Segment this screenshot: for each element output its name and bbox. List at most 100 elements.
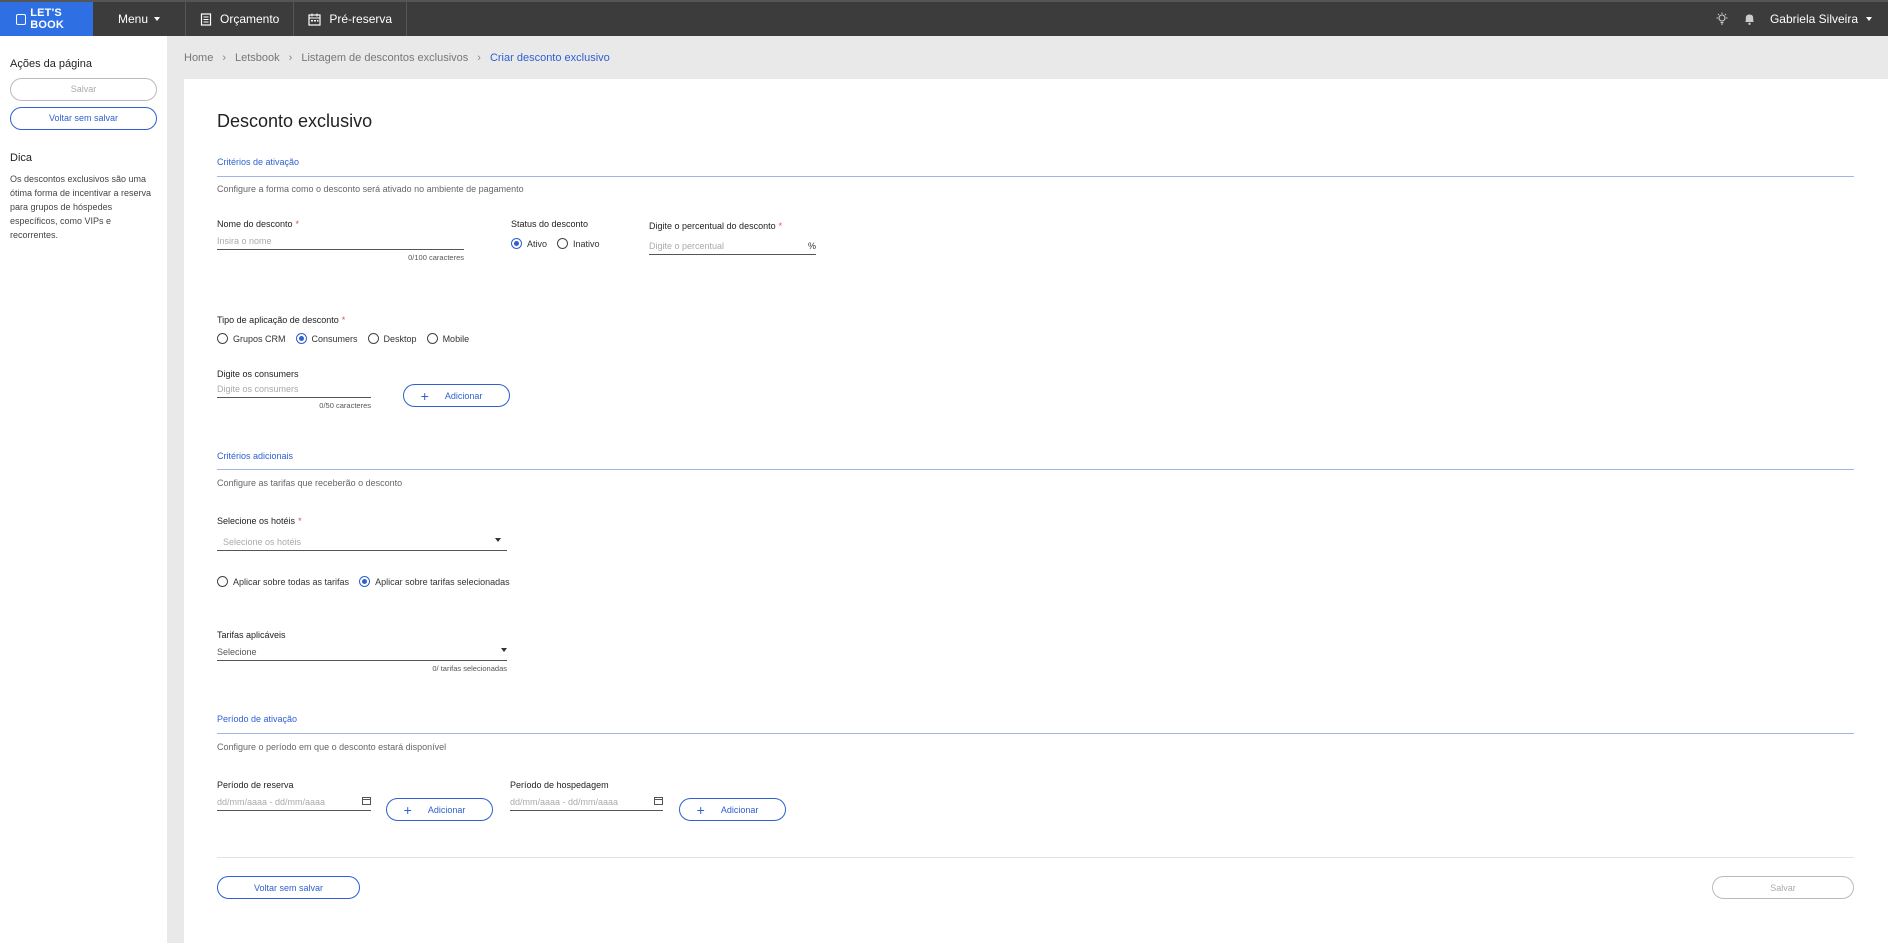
consumers-label: Digite os consumers [217,369,299,379]
rates-select[interactable]: Selecione [217,645,507,661]
stay-period-input[interactable]: dd/mm/aaaa - dd/mm/aaaa [510,795,663,811]
tip-title: Dica [10,152,33,164]
tip-text: Os descontos exclusivos são uma ótima fo… [10,174,152,240]
radio-icon [557,238,569,249]
hotels-field: Selecione os hotéis * Selecione os hotéis [217,516,507,551]
consumers-input[interactable]: Digite os consumers [217,382,371,398]
nav-pre-reserva-label: Pré-reserva [329,12,393,26]
booking-period-input[interactable]: dd/mm/aaaa - dd/mm/aaaa [217,795,371,811]
chevron-down-icon [154,17,161,21]
section-divider [217,733,1854,734]
plus-icon: + [403,801,412,818]
activation-section-description: Configure a forma como o desconto será a… [217,184,524,194]
status-option-inativo[interactable]: Inativo [557,238,600,249]
discount-name-counter: 0/100 caracteres [408,253,464,262]
booking-period-field: Período de reserva dd/mm/aaaa - dd/mm/aa… [217,780,371,811]
discount-percent-input[interactable]: Digite o percentual% [649,239,816,255]
status-option-ativo[interactable]: Ativo [511,238,547,249]
user-name[interactable]: Gabriela Silveira [1770,12,1858,26]
application-type-field: Tipo de aplicação de desconto * Grupos CR… [217,315,479,344]
back-without-saving-button[interactable]: Voltar sem salvar [217,876,360,899]
radio-icon [367,333,379,344]
main-panel: Desconto exclusivo Critérios de ativação… [184,79,1888,943]
nav-orcamento-label: Orçamento [220,12,280,26]
breadcrumb-chevron-icon: › [477,52,481,64]
discount-status-label: Status do desconto [511,219,589,229]
radio-selected-icon [295,333,307,344]
additional-section-description: Configure as tarifas que receberão o des… [217,478,403,488]
radio-selected-icon [359,576,371,587]
type-option-mobile[interactable]: Mobile [426,333,469,344]
nav-orcamento[interactable]: Orçamento [186,2,295,36]
breadcrumb-chevron-icon: › [288,52,293,64]
additional-section-title: Critérios adicionais [217,451,294,461]
radio-icon [217,576,228,587]
logo-icon [16,13,27,25]
radio-icon [217,333,228,344]
footer-divider [217,857,1854,858]
breadcrumb-listing[interactable]: Listagem de descontos exclusivos [301,52,468,64]
section-divider [217,469,1854,470]
booking-period-label: Período de reserva [217,780,294,790]
hotels-label: Selecione os hotéis * [217,516,302,526]
sidebar-save-button[interactable]: Salvar [10,78,157,101]
activation-section-title: Critérios de ativação [217,157,300,167]
period-section-description: Configure o período em que o desconto es… [217,742,447,752]
stay-period-field: Período de hospedagem dd/mm/aaaa - dd/mm… [510,780,663,811]
nav-pre-reserva[interactable]: Pré-reserva [294,2,408,36]
discount-percent-label: Digite o percentual do desconto * [649,221,783,231]
document-icon [200,12,212,26]
menu-button[interactable]: Menu [93,2,186,36]
sidebar: Ações da página Salvar Voltar sem salvar… [0,36,167,943]
dropdown-caret-icon [495,538,501,542]
top-bar: LET'S BOOK Menu Orçamento Pré-reserva Ga… [0,0,1888,36]
calendar-icon[interactable] [362,796,371,805]
brand-name: LET'S BOOK [30,7,65,31]
breadcrumb: Home › Letsbook › Listagem de descontos … [184,52,610,64]
type-option-consumers[interactable]: Consumers [295,333,358,344]
calendar-icon [308,13,321,26]
application-type-label: Tipo de aplicação de desconto * [217,315,346,325]
apply-all-rates-option[interactable]: Aplicar sobre todas as tarifas [217,576,349,587]
plus-icon: + [420,387,429,404]
add-stay-period-button[interactable]: + Adicionar [679,798,786,821]
add-consumer-button[interactable]: + Adicionar [403,384,510,407]
apply-scope-options: Aplicar sobre todas as tarifas Aplicar s… [217,576,520,587]
type-option-grupos-crm[interactable]: Grupos CRM [217,333,286,344]
brand-logo[interactable]: LET'S BOOK [0,2,93,36]
stay-period-label: Período de hospedagem [510,780,609,790]
rates-counter: 0/ tarifas selecionadas [432,664,507,673]
bell-icon[interactable] [1743,12,1756,26]
section-divider [217,176,1854,177]
sidebar-back-button[interactable]: Voltar sem salvar [10,107,157,130]
discount-status-field: Status do desconto Ativo Inativo [511,219,610,249]
hotels-select[interactable]: Selecione os hotéis [217,531,507,551]
breadcrumb-letsbook[interactable]: Letsbook [235,52,280,64]
apply-selected-rates-option[interactable]: Aplicar sobre tarifas selecionadas [359,576,510,587]
consumers-field: Digite os consumers Digite os consumers … [217,369,371,410]
rates-label: Tarifas aplicáveis [217,630,286,640]
discount-name-input[interactable]: Insira o nome [217,234,464,250]
type-option-desktop[interactable]: Desktop [367,333,417,344]
calendar-icon[interactable] [654,796,663,805]
rates-field: Tarifas aplicáveis Selecione 0/ tarifas … [217,630,507,673]
consumers-counter: 0/50 caracteres [319,401,371,410]
save-button[interactable]: Salvar [1712,876,1854,899]
discount-name-label: Nome do desconto * [217,219,300,229]
discount-percent-field: Digite o percentual do desconto * Digite … [649,221,816,255]
radio-selected-icon [511,238,522,249]
radio-icon [426,333,438,344]
period-section-title: Período de ativação [217,714,298,724]
breadcrumb-home[interactable]: Home [184,52,213,64]
menu-label: Menu [117,12,149,26]
plus-icon: + [696,801,705,818]
page-title: Desconto exclusivo [217,111,373,131]
lightbulb-icon[interactable] [1715,12,1729,26]
breadcrumb-current: Criar desconto exclusivo [489,52,610,64]
dropdown-caret-icon [501,648,507,652]
add-booking-period-button[interactable]: + Adicionar [386,798,493,821]
page-actions-title: Ações da página [10,58,92,70]
discount-name-field: Nome do desconto * Insira o nome 0/100 ca… [217,219,464,262]
breadcrumb-chevron-icon: › [222,52,227,64]
user-menu-chevron-icon[interactable] [1866,17,1872,21]
